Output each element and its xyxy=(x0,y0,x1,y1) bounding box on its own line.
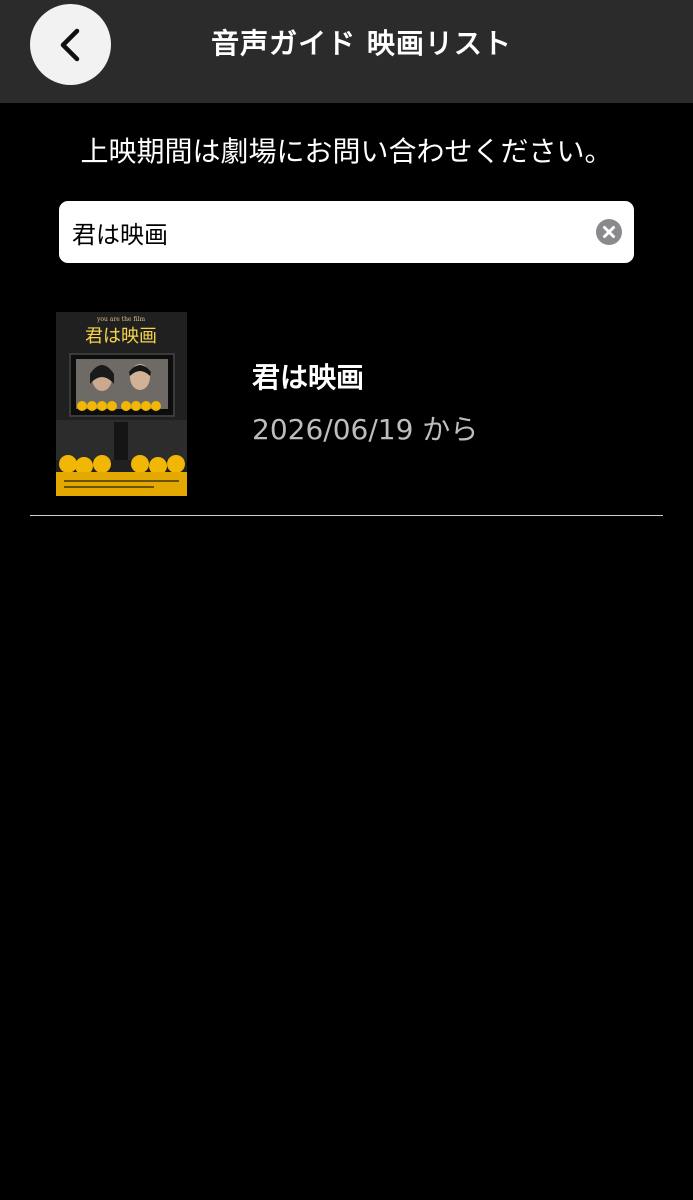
poster-subtitle: you are the film xyxy=(96,316,145,323)
app-header: 音声ガイド 映画リスト xyxy=(0,0,693,103)
chevron-left-icon xyxy=(60,28,79,61)
x-mark-icon xyxy=(603,226,615,238)
movie-title: 君は映画 xyxy=(252,361,365,394)
back-button[interactable] xyxy=(30,4,111,85)
page-title: 音声ガイド 映画リスト xyxy=(211,27,512,60)
screening-notice: 上映期間は劇場にお問い合わせください。 xyxy=(80,135,613,168)
list-divider xyxy=(30,515,663,516)
movie-list-item[interactable]: you are the film 君は映画 君は映画 2026/06/19 から xyxy=(30,300,663,515)
movie-date: 2026/06/19 から xyxy=(252,413,479,446)
poster-title: 君は映画 xyxy=(85,326,157,347)
clear-search-icon[interactable] xyxy=(596,219,622,245)
movie-poster: you are the film 君は映画 xyxy=(56,312,187,496)
search-box[interactable] xyxy=(59,201,634,263)
search-input[interactable] xyxy=(72,201,582,263)
